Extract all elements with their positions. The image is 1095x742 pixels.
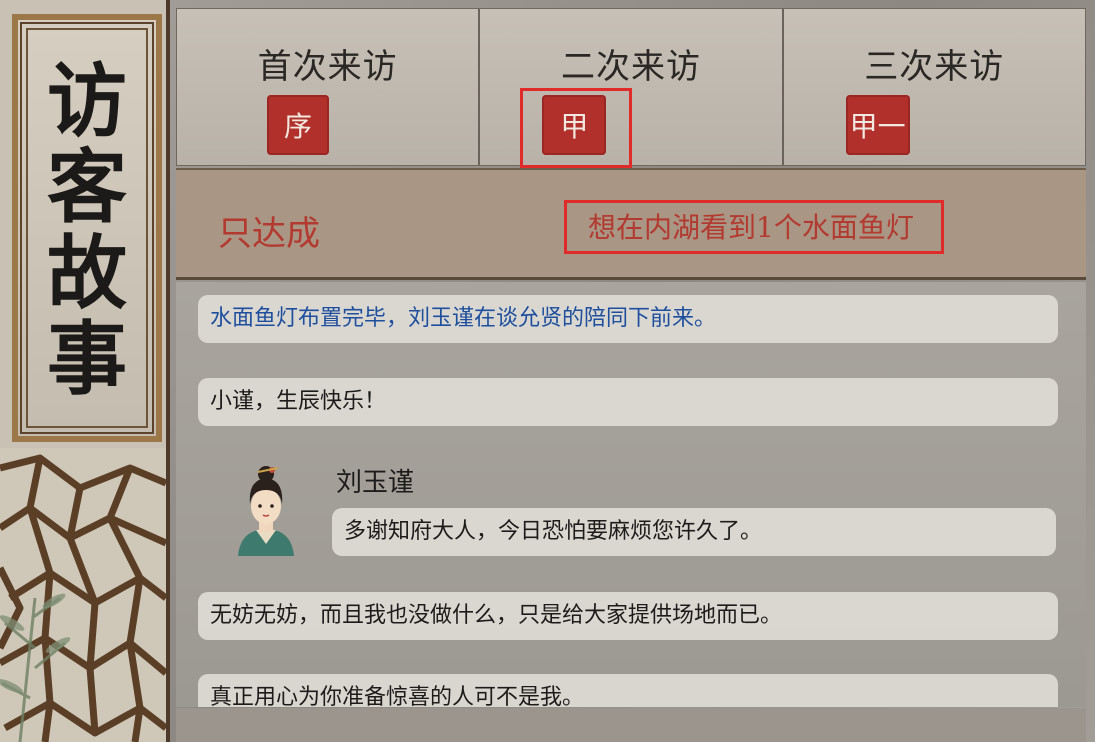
tab-second-visit[interactable]: 二次来访 甲 <box>480 9 784 168</box>
selection-highlight <box>520 88 633 168</box>
title-char: 访 <box>47 54 127 148</box>
speaker-name: 刘玉谨 <box>336 468 415 498</box>
page-title: 访 客 故 事 <box>18 58 156 402</box>
system-narration: 水面鱼灯布置完毕，刘玉谨在谈允贤的陪同下前来。 <box>198 295 1058 343</box>
title-sidebar: 访 客 故 事 <box>0 0 170 742</box>
tab-label: 二次来访 <box>560 47 701 87</box>
story-dialogue[interactable]: 水面鱼灯布置完毕，刘玉谨在谈允贤的陪同下前来。 小谨，生辰快乐！ 刘玉谨 多谢知… <box>176 282 1086 707</box>
condition-label: 只达成 <box>218 214 320 254</box>
tab-label: 三次来访 <box>864 47 1005 87</box>
player-line: 小谨，生辰快乐！ <box>198 378 1058 426</box>
tab-first-visit[interactable]: 首次来访 序 <box>177 9 481 165</box>
title-char: 客 <box>47 140 127 234</box>
title-frame: 访 客 故 事 <box>12 14 162 442</box>
tab-third-visit[interactable]: 三次来访 甲一 <box>784 9 1085 165</box>
player-line: 无妨无妨，而且我也没做什么，只是给大家提供场地而已。 <box>198 592 1058 640</box>
bottom-frame <box>176 708 1086 742</box>
tab-label: 首次来访 <box>257 47 398 87</box>
game-screen: 访 客 故 事 首次来访 序 二次来访 甲 三次来访 甲一 只达成 想在内湖看到… <box>0 0 1095 742</box>
chapter-seal[interactable]: 甲一 <box>845 95 910 155</box>
character-portrait <box>238 466 294 556</box>
lattice-window-decoration <box>0 448 166 742</box>
title-char: 故 <box>47 226 127 320</box>
requirement-highlight <box>564 200 944 254</box>
visit-tabs: 首次来访 序 二次来访 甲 三次来访 甲一 <box>176 8 1086 168</box>
player-line: 真正用心为你准备惊喜的人可不是我。 <box>198 674 1058 707</box>
title-char: 事 <box>47 312 127 406</box>
character-speech: 多谢知府大人，今日恐怕要麻烦您许久了。 <box>332 508 1056 556</box>
chapter-seal[interactable]: 序 <box>267 95 329 155</box>
condition-banner: 只达成 想在内湖看到1个水面鱼灯 <box>176 168 1086 280</box>
